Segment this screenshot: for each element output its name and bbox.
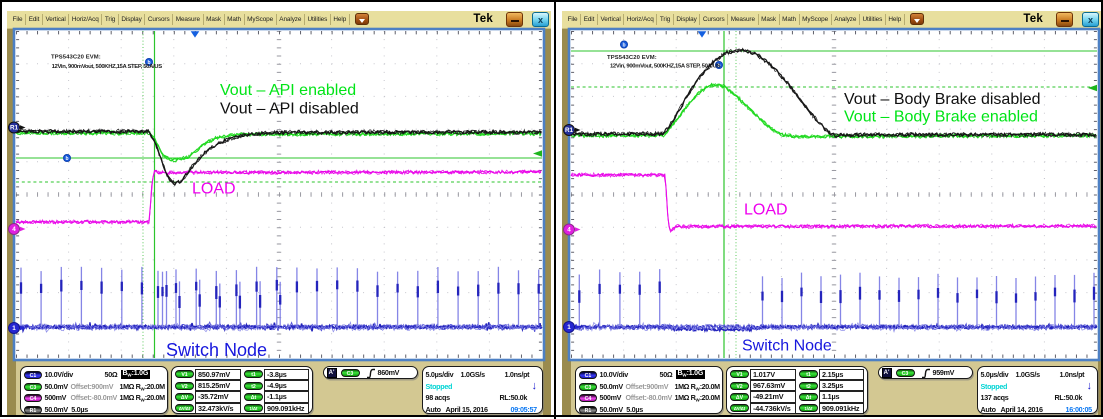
svg-text:LOAD: LOAD	[192, 181, 236, 198]
svg-text:TPS543C20 EVM:: TPS543C20 EVM:	[607, 55, 657, 61]
svg-text:R1: R1	[10, 125, 19, 132]
svg-text:Vout – Body Brake disabled: Vout – Body Brake disabled	[844, 91, 1041, 108]
svg-text:b: b	[622, 42, 625, 48]
svg-text:12Vin, 900mVout, 500KHZ,15A ST: 12Vin, 900mVout, 500KHZ,15A STEP, 50A/US	[52, 64, 163, 70]
svg-text:Switch Node: Switch Node	[742, 338, 832, 355]
svg-text:Vout – Body Brake enabled: Vout – Body Brake enabled	[844, 109, 1038, 126]
svg-text:b: b	[65, 156, 68, 162]
svg-text:1: 1	[567, 324, 571, 331]
svg-text:Switch Node: Switch Node	[166, 340, 267, 360]
svg-text:R1: R1	[565, 127, 574, 134]
svg-text:4: 4	[12, 226, 16, 233]
svg-text:4: 4	[567, 227, 571, 234]
svg-text:12Vin, 900mVout, 500KHZ,15A ST: 12Vin, 900mVout, 500KHZ,15A STEP, 50A/US	[610, 64, 721, 70]
svg-text:Vout – API enabled: Vout – API enabled	[220, 82, 356, 99]
svg-text:LOAD: LOAD	[744, 202, 788, 219]
svg-text:1: 1	[12, 325, 16, 332]
svg-text:TPS543C20 EVM:: TPS543C20 EVM:	[51, 55, 101, 61]
svg-text:Vout – API disabled: Vout – API disabled	[220, 101, 359, 118]
